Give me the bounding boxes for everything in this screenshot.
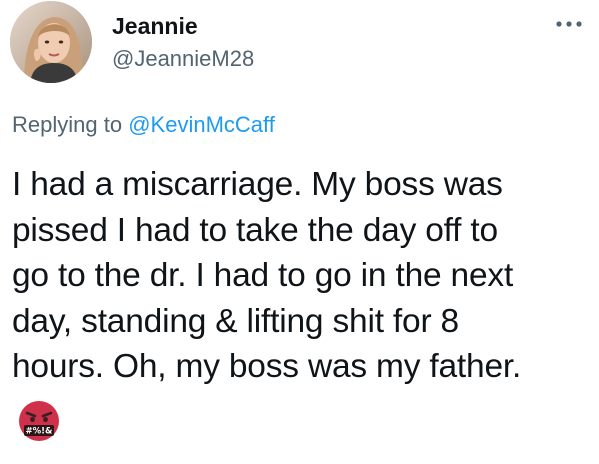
tweet-text-line: hours. Oh, my boss was my father. [12, 348, 522, 385]
mention-link[interactable]: @KevinMcCaff [128, 112, 275, 137]
face-with-symbols-on-mouth-icon: #%!& [18, 400, 60, 442]
emoji-symbols: #%!& [26, 427, 54, 437]
more-options-button[interactable] [552, 14, 586, 34]
tweet: Jeannie @JeannieM28 Replying to @KevinMc… [0, 0, 599, 464]
replying-to: Replying to @KevinMcCaff [12, 112, 275, 138]
user-handle[interactable]: @JeannieM28 [112, 46, 254, 72]
tweet-text-line: go to the dr. I had to go in the next [12, 257, 514, 294]
tweet-text-line: pissed I had to take the day off to [12, 211, 498, 249]
tweet-text: I had a miscarriage. My boss was pissed … [12, 162, 587, 390]
more-horizontal-icon [556, 21, 582, 27]
avatar-photo-icon [10, 1, 92, 83]
tweet-text-line: day, standing & lifting shit for 8 [12, 302, 459, 340]
replying-to-label: Replying to [12, 112, 123, 137]
avatar[interactable] [10, 1, 92, 83]
display-name[interactable]: Jeannie [112, 13, 198, 40]
tweet-text-line: I had a miscarriage. My boss was [12, 166, 503, 203]
